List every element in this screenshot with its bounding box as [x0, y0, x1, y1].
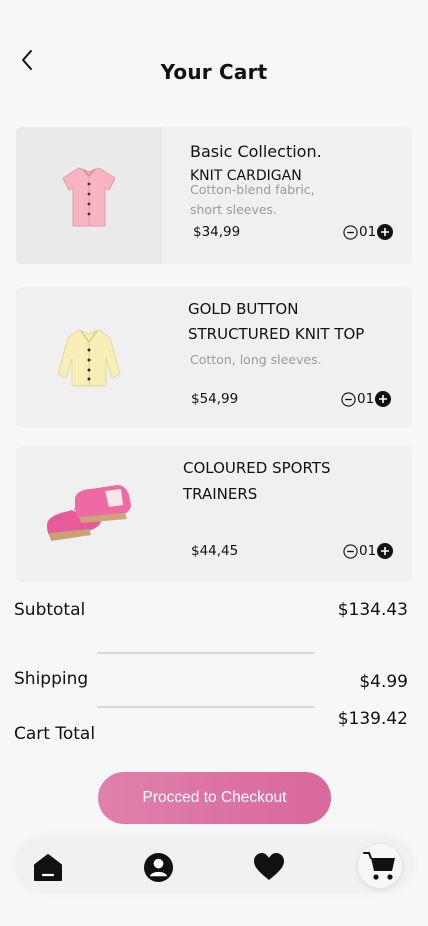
- product-image[interactable]: [16, 127, 162, 264]
- product-name: COLOURED SPORTS TRAINERS: [183, 459, 331, 503]
- cart-icon: [363, 852, 395, 880]
- plus-circle-icon: [375, 391, 392, 407]
- increment-button[interactable]: [375, 391, 392, 407]
- product-name: Basic Collection.: [190, 142, 322, 161]
- decrement-button[interactable]: [340, 391, 356, 407]
- subtotal-value: $134.43: [337, 600, 408, 620]
- quantity-stepper: 01: [342, 543, 394, 559]
- quantity-stepper: 01: [340, 391, 392, 407]
- checkout-button[interactable]: Procced to Checkout: [98, 772, 331, 824]
- pink-sneakers-image: [47, 485, 131, 541]
- product-image[interactable]: [16, 446, 162, 582]
- tab-cart[interactable]: [358, 844, 402, 888]
- yellow-cardigan-image: [57, 328, 121, 386]
- minus-circle-icon: [342, 543, 358, 559]
- quantity-value: 01: [357, 391, 375, 407]
- cart-item[interactable]: Basic Collection. KNIT CARDIGAN Cotton-b…: [16, 127, 412, 264]
- tab-favorites[interactable]: [250, 848, 288, 886]
- divider: [97, 706, 315, 708]
- pink-shirt-image: [62, 166, 116, 226]
- minus-circle-icon: [340, 391, 356, 407]
- product-price: $54,99: [191, 391, 239, 407]
- cart-item[interactable]: GOLD BUTTON STRUCTURED KNIT TOP Cotton, …: [16, 287, 412, 428]
- product-price: $34,99: [193, 224, 241, 240]
- plus-circle-icon: [377, 224, 394, 240]
- product-name: GOLD BUTTON STRUCTURED KNIT TOP: [188, 300, 365, 343]
- home-icon: [34, 854, 62, 881]
- quantity-stepper: 01: [342, 224, 394, 240]
- quantity-value: 01: [359, 224, 377, 240]
- tab-home[interactable]: [29, 848, 67, 886]
- heart-icon: [254, 853, 284, 880]
- profile-icon: [143, 852, 173, 882]
- increment-button[interactable]: [377, 224, 394, 240]
- cart-total-label: Cart Total: [14, 724, 96, 744]
- shipping-value: $4.99: [359, 672, 408, 692]
- decrement-button[interactable]: [342, 543, 358, 559]
- increment-button[interactable]: [377, 543, 394, 559]
- cart-total-value: $139.42: [337, 709, 408, 729]
- product-description: Cotton-blend fabric, short sleeves.: [190, 182, 315, 217]
- product-price: $44,45: [191, 543, 239, 559]
- decrement-button[interactable]: [342, 224, 358, 240]
- shipping-label: Shipping: [14, 669, 89, 689]
- minus-circle-icon: [342, 224, 358, 240]
- cart-item[interactable]: COLOURED SPORTS TRAINERS $44,45 01: [16, 446, 412, 582]
- quantity-value: 01: [359, 543, 377, 559]
- tab-profile[interactable]: [139, 848, 177, 886]
- bottom-nav: [16, 840, 412, 892]
- subtotal-label: Subtotal: [14, 600, 86, 620]
- divider: [97, 652, 315, 654]
- plus-circle-icon: [377, 543, 394, 559]
- product-image[interactable]: [16, 287, 162, 428]
- page-title: Your Cart: [160, 60, 268, 84]
- product-description: Cotton, long sleeves.: [190, 352, 322, 367]
